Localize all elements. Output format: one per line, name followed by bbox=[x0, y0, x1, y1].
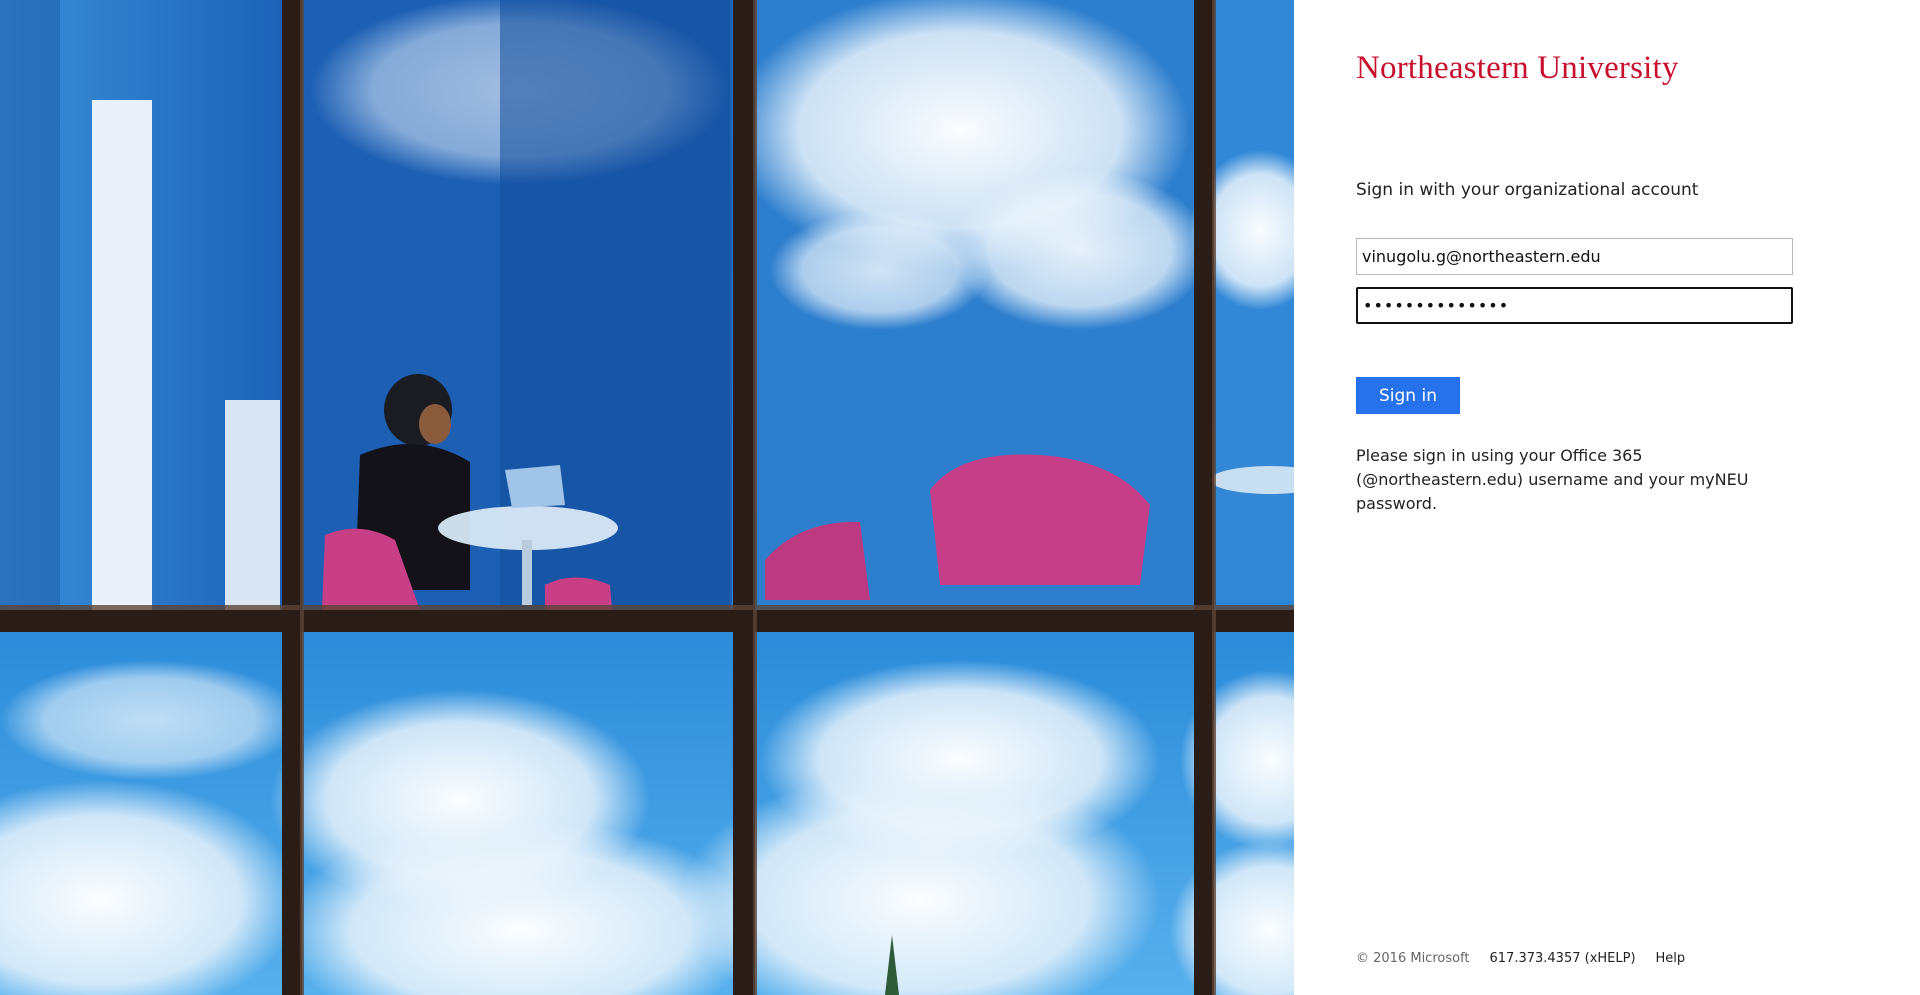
password-input[interactable] bbox=[1356, 287, 1793, 324]
help-phone-link[interactable]: 617.373.4357 (xHELP) bbox=[1490, 951, 1636, 966]
help-link[interactable]: Help bbox=[1656, 951, 1686, 966]
background-illustration bbox=[0, 0, 1294, 995]
username-input[interactable] bbox=[1356, 238, 1793, 275]
university-logo: Northeastern University bbox=[1356, 50, 1679, 86]
signin-help-note: Please sign in using your Office 365 (@n… bbox=[1356, 446, 1749, 513]
signin-prompt: Sign in with your organizational account bbox=[1356, 180, 1699, 200]
window-reflection-image bbox=[0, 0, 1294, 995]
copyright-text: © 2016 Microsoft bbox=[1356, 951, 1470, 966]
footer: © 2016 Microsoft 617.373.4357 (xHELP) He… bbox=[1356, 951, 1685, 966]
signin-panel: Northeastern University Sign in with you… bbox=[1294, 0, 1920, 995]
signin-button[interactable]: Sign in bbox=[1356, 377, 1460, 414]
